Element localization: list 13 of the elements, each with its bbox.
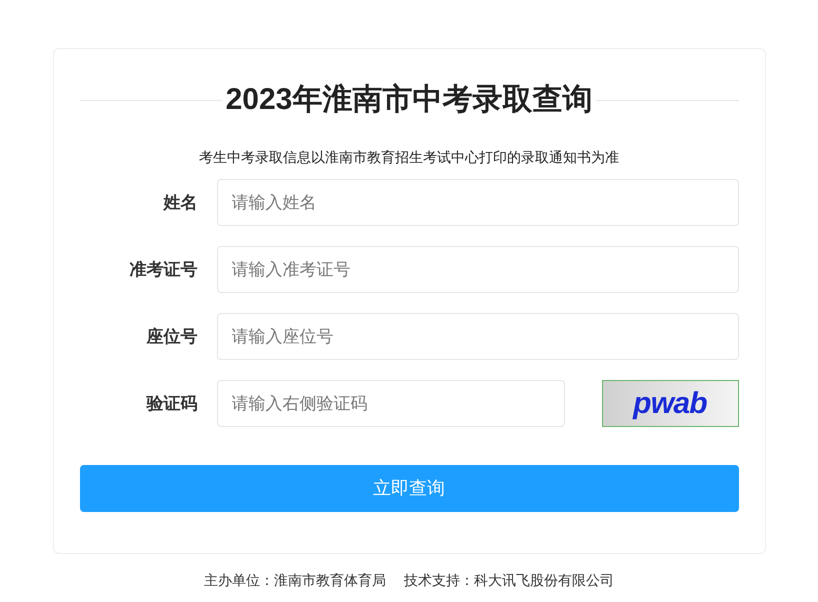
field-label: 姓名: [162, 192, 198, 214]
support-text: 技术支持：科大讯飞股份有限公司: [404, 571, 614, 590]
field-label: 准考证号: [128, 258, 198, 281]
text-field[interactable]: 请输入姓名: [216, 179, 738, 226]
page-title: 2023年淮南市中考录取查询: [222, 85, 596, 115]
captcha-image[interactable]: pwab: [602, 380, 738, 427]
field-label: 验证码: [145, 392, 198, 415]
captcha-field[interactable]: 请输入右侧验证码: [216, 380, 564, 427]
text-field[interactable]: 请输入座位号: [216, 313, 738, 360]
notice-text: 考生中考录取信息以淮南市教育招生考试中心打印的录取通知书为准: [199, 148, 619, 167]
field-label: 座位号: [145, 326, 198, 348]
text-field[interactable]: 请输入准考证号: [216, 246, 738, 293]
organizer-text: 主办单位：淮南市教育体育局: [204, 571, 386, 590]
